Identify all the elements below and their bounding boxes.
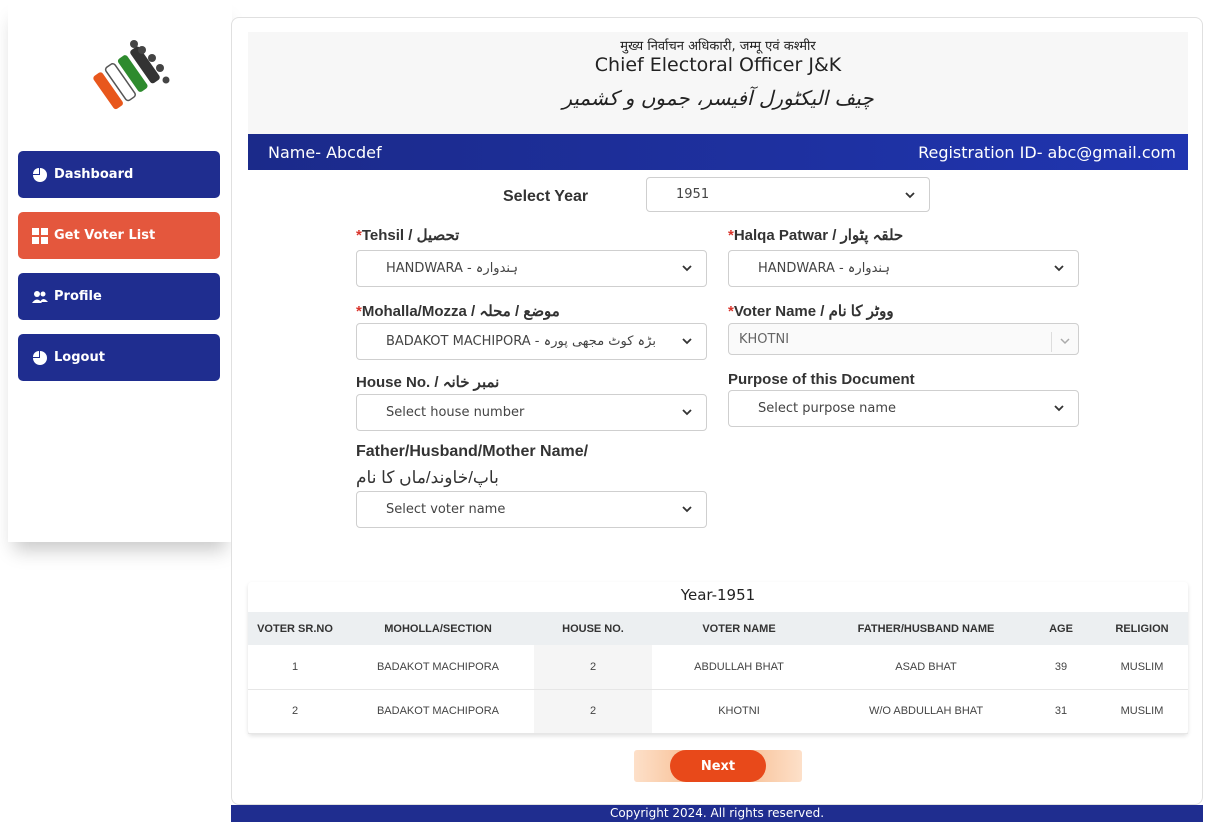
sidebar-item-label: Get Voter List [54,228,156,243]
table-cell: MUSLIM [1096,689,1188,734]
sidebar-item-label: Dashboard [54,167,134,182]
sidebar-item-dashboard[interactable]: Dashboard [18,151,220,198]
column-header: VOTER NAME [652,612,826,645]
table-cell: BADAKOT MACHIPORA [342,689,534,734]
father-name-placeholder: Select voter name [386,502,506,517]
banner-hindi-title: मुख्य निर्वाचन अधिकारी, जम्मू एवं कश्मीर [620,39,816,54]
users-icon [32,289,48,305]
voter-name-select-value: KHOTNI [739,331,790,347]
table-cell: BADAKOT MACHIPORA [342,645,534,690]
column-header: HOUSE NO. [534,612,652,645]
house-number-placeholder: Select house number [386,405,525,420]
house-number-label: House No. / نمبر خانہ [356,374,500,391]
table-cell: MUSLIM [1096,645,1188,690]
voter-table-card: Year-1951 VOTER SR.NO MOHOLLA/SECTION HO… [248,582,1188,734]
main-panel: मुख्य निर्वाचन अधिकारी, जम्मू एवं कश्मीर… [231,17,1203,805]
purpose-label: Purpose of this Document [728,371,915,388]
purpose-select[interactable]: Select purpose name [728,390,1079,427]
table-row: 2 BADAKOT MACHIPORA 2 KHOTNI W/O ABDULLA… [248,689,1188,734]
tehsil-label: *Tehsil / تحصیل [356,227,460,244]
sidebar-item-get-voter-list[interactable]: Get Voter List [18,212,220,259]
chevron-down-icon [682,265,692,272]
table-cell: 39 [1026,645,1096,690]
mohalla-select-value: BADAKOT MACHIPORA - بڑہ کوٹ مجھی پورہ [386,334,656,349]
table-header-row: VOTER SR.NO MOHOLLA/SECTION HOUSE NO. VO… [248,612,1188,645]
table-cell: 2 [248,689,342,734]
column-header: RELIGION [1096,612,1188,645]
column-header: FATHER/HUSBAND NAME [826,612,1026,645]
table-cell: 31 [1026,689,1096,734]
select-year-label: Select Year [503,188,589,205]
banner-english-title: Chief Electoral Officer J&K [594,54,842,76]
sidebar-item-profile[interactable]: Profile [18,273,220,320]
chevron-down-icon [1054,265,1064,272]
select-separator [1051,332,1052,352]
mohalla-select[interactable]: BADAKOT MACHIPORA - بڑہ کوٹ مجھی پورہ [356,323,707,360]
purpose-placeholder: Select purpose name [758,401,897,416]
halqa-patwar-label: *Halqa Patwar / حلقہ پٹوار [728,227,904,244]
next-button[interactable]: Next [670,750,766,782]
election-commission-logo [93,40,170,110]
sidebar-item-logout[interactable]: Logout [18,334,220,381]
tehsil-select[interactable]: HANDWARA - ہندوارہ [356,250,707,287]
footer-copyright: Copyright 2024. All rights reserved. [231,805,1203,822]
halqa-patwar-select-value: HANDWARA - ہندوارہ [758,261,890,276]
table-cell: 1 [248,645,342,690]
voter-table: VOTER SR.NO MOHOLLA/SECTION HOUSE NO. VO… [248,612,1188,734]
header-banner: मुख्य निर्वाचन अधिकारी, जम्मू एवं कश्मीर… [248,32,1188,144]
pie-chart-icon [32,167,48,183]
table-cell: 2 [534,645,652,690]
year-select-value: 1951 [676,187,710,202]
voter-name-select[interactable]: KHOTNI [728,323,1079,355]
father-name-label-line2: باپ/خاوند/ماں کا نام [356,468,499,487]
table-cell: 2 [534,689,652,734]
chevron-down-icon [682,338,692,345]
column-header: MOHOLLA/SECTION [342,612,534,645]
voter-name-label: *Voter Name / ووٹر کا نام [728,303,894,320]
banner-urdu-title: چیف الیکٹورل آفیسر، جموں و کشمیر [562,86,874,110]
table-cell: W/O ABDULLAH BHAT [826,689,1026,734]
sidebar-item-label: Profile [54,289,102,304]
column-header: VOTER SR.NO [248,612,342,645]
grid-icon [32,227,48,244]
pie-chart-icon [32,350,48,366]
user-info-bar: Name- Abcdef Registration ID- abc@gmail.… [248,134,1188,170]
chevron-down-icon [682,506,692,513]
chevron-down-icon [682,409,692,416]
tehsil-select-value: HANDWARA - ہندوارہ [386,261,518,276]
table-cell: ASAD BHAT [826,645,1026,690]
registration-id: Registration ID- abc@gmail.com [918,142,1176,162]
table-cell: ABDULLAH BHAT [652,645,826,690]
next-button-container: Next [634,750,802,782]
sidebar: Dashboard Get Voter List Profile Logout [8,0,232,542]
father-name-select[interactable]: Select voter name [356,491,707,528]
sidebar-item-label: Logout [54,350,105,365]
year-select[interactable]: 1951 [646,177,930,212]
chevron-down-icon [1054,405,1064,412]
table-title: Year-1951 [680,586,756,604]
father-name-label-line1: Father/Husband/Mother Name/ [356,443,589,460]
user-name: Name- Abcdef [268,142,382,162]
chevron-down-icon [1060,338,1070,345]
table-cell: KHOTNI [652,689,826,734]
table-row: 1 BADAKOT MACHIPORA 2 ABDULLAH BHAT ASAD… [248,645,1188,690]
halqa-patwar-select[interactable]: HANDWARA - ہندوارہ [728,250,1079,287]
chevron-down-icon [905,192,915,199]
house-number-select[interactable]: Select house number [356,394,707,431]
mohalla-label: *Mohalla/Mozza / موضع / محلہ [356,303,560,320]
column-header: AGE [1026,612,1096,645]
